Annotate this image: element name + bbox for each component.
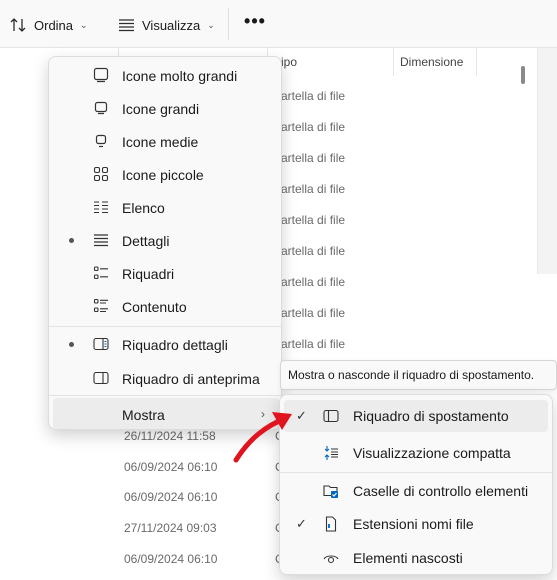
column-divider <box>393 48 394 76</box>
view-button[interactable]: Visualizza ⌄ <box>118 11 215 39</box>
extra-large-icons-icon <box>93 67 109 83</box>
submenu-item-label: Riquadro di spostamento <box>353 408 509 424</box>
menu-item-label: Riquadro di anteprima <box>122 371 260 387</box>
table-cell-date: 27/11/2024 09:03 <box>124 521 217 535</box>
menu-item-label: Icone molto grandi <box>122 68 238 84</box>
selected-dot-icon <box>69 238 74 243</box>
menu-item-extra-large-icons[interactable]: Icone molto grandi <box>53 59 279 92</box>
content-icon <box>93 298 108 313</box>
submenu-item-navigation-pane[interactable]: ✓ Riquadro di spostamento <box>284 400 548 432</box>
submenu-item-label: Estensioni nomi file <box>353 516 474 532</box>
menu-item-label: Icone medie <box>122 134 199 150</box>
more-options-button[interactable]: ••• <box>242 12 268 36</box>
table-cell-type: artella di file <box>281 244 346 258</box>
submenu-item-item-checkboxes[interactable]: Caselle di controllo elementi <box>284 475 548 507</box>
scroll-track <box>537 48 557 274</box>
menu-item-tiles[interactable]: Riquadri <box>53 257 279 290</box>
medium-icons-icon <box>95 134 107 148</box>
menu-item-label: Elenco <box>122 200 165 216</box>
menu-item-small-icons[interactable]: Icone piccole <box>53 158 279 191</box>
table-cell-type: artella di file <box>281 275 346 289</box>
small-icons-icon <box>93 166 109 182</box>
tooltip: Mostra o nasconde il riquadro di spostam… <box>280 360 557 390</box>
list-icon <box>94 201 108 214</box>
table-cell-type: artella di file <box>281 120 346 134</box>
submenu-item-compact-view[interactable]: Visualizzazione compatta <box>284 437 548 469</box>
table-cell-type: artella di file <box>281 89 346 103</box>
menu-item-label: Dettagli <box>122 233 170 249</box>
item-checkboxes-icon <box>323 485 338 498</box>
navigation-pane-icon <box>323 409 339 423</box>
menu-item-label: Icone grandi <box>122 101 200 117</box>
menu-item-label: Icone piccole <box>122 167 204 183</box>
menu-item-content[interactable]: Contenuto <box>53 290 279 323</box>
table-cell-date: 06/09/2024 06:10 <box>124 552 218 566</box>
submenu-item-file-extensions[interactable]: ✓ Estensioni nomi file <box>284 508 548 540</box>
menu-item-label: Riquadri <box>122 266 175 282</box>
submenu-item-label: Caselle di controllo elementi <box>353 483 529 499</box>
table-cell-type: artella di file <box>281 182 346 196</box>
menu-item-details[interactable]: Dettagli <box>53 224 279 257</box>
large-icons-icon <box>94 101 108 115</box>
submenu-item-label: Visualizzazione compatta <box>353 445 511 461</box>
submenu-divider <box>280 472 552 473</box>
column-header-size[interactable]: Dimensione <box>400 48 463 76</box>
show-submenu: ✓ Riquadro di spostamento Visualizzazion… <box>279 394 553 575</box>
details-pane-icon <box>93 337 109 351</box>
submenu-item-label: Elementi nascosti <box>353 550 463 566</box>
chevron-down-icon: ⌄ <box>80 19 88 30</box>
command-bar: Ordina ⌄ Visualizza ⌄ ••• <box>0 0 557 48</box>
menu-item-details-pane[interactable]: Riquadro dettagli <box>53 328 279 361</box>
table-cell-date: 06/09/2024 06:10 <box>124 460 218 474</box>
table-cell-type: artella di file <box>281 151 346 165</box>
menu-item-list[interactable]: Elenco <box>53 191 279 224</box>
column-divider <box>476 48 477 76</box>
sort-label: Ordina <box>34 17 74 33</box>
menu-divider <box>49 326 281 327</box>
submenu-item-hidden-items[interactable]: Elementi nascosti <box>284 542 548 574</box>
menu-item-label: Contenuto <box>122 299 187 315</box>
chevron-down-icon: ⌄ <box>207 19 215 30</box>
view-icon <box>119 19 134 32</box>
menu-item-label: Riquadro dettagli <box>122 337 228 353</box>
table-cell-type: artella di file <box>281 306 346 320</box>
tiles-icon <box>93 266 108 280</box>
sort-icon <box>10 18 26 32</box>
toolbar-divider <box>228 8 229 40</box>
annotation-arrow-icon <box>233 412 292 463</box>
table-cell-date: 26/11/2024 11:58 <box>124 429 216 443</box>
sort-button[interactable]: Ordina ⌄ <box>10 11 88 39</box>
scrollbar-thumb[interactable] <box>521 66 525 84</box>
hidden-items-icon <box>323 555 339 564</box>
menu-item-large-icons[interactable]: Icone grandi <box>53 92 279 125</box>
menu-item-label: Mostra <box>122 407 165 423</box>
table-cell-date: 06/09/2024 06:10 <box>124 490 218 504</box>
view-label: Visualizza <box>142 17 201 33</box>
view-menu: Icone molto grandi Icone grandi Icone me… <box>48 56 282 430</box>
checkmark-icon: ✓ <box>296 516 307 531</box>
file-extensions-icon <box>325 516 337 532</box>
compact-view-icon <box>324 446 338 460</box>
table-cell-type: artella di file <box>281 213 346 227</box>
column-header-type[interactable]: ipo <box>281 48 297 76</box>
details-icon <box>94 234 108 247</box>
preview-pane-icon <box>93 371 109 385</box>
table-cell-type: artella di file <box>281 337 346 351</box>
menu-item-medium-icons[interactable]: Icone medie <box>53 125 279 158</box>
selected-dot-icon <box>69 342 74 347</box>
